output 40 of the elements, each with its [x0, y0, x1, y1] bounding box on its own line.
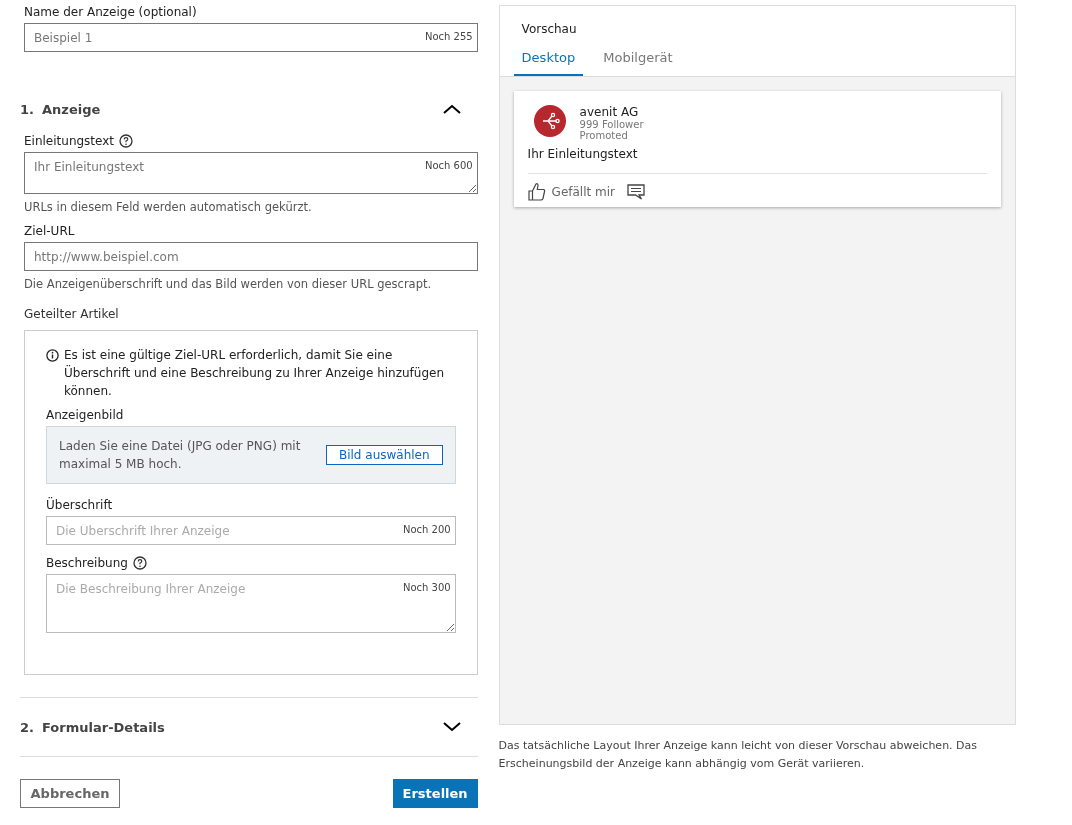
cancel-button[interactable]: Abbrechen [20, 779, 120, 808]
follower-count: 999 Follower [579, 119, 644, 130]
section-number: 2. [20, 719, 35, 735]
field-label: Überschrift [46, 498, 114, 512]
thumbs-up-icon [527, 182, 546, 201]
section-title: Formular-Details [42, 719, 166, 735]
preview-tab[interactable]: Mobilgerät [595, 46, 681, 76]
preview-title: Vorschau [521, 22, 578, 36]
preview-tab[interactable]: Desktop [513, 46, 584, 76]
company-logo-icon [533, 105, 566, 137]
help-icon[interactable] [132, 556, 147, 570]
field-label: Geteilter Artikel [24, 307, 120, 321]
create-button[interactable]: Erstellen [392, 779, 478, 808]
promoted-label: Promoted [579, 130, 629, 141]
section-number: 1. [20, 101, 35, 117]
character-counter: Noch 200 [402, 524, 451, 535]
upload-text: Laden Sie eine Datei (JPG oder PNG) mit maximal 5 MB hoch. [59, 438, 302, 473]
company-name: avenit AG [579, 105, 640, 119]
chevron-icon[interactable] [441, 103, 462, 115]
character-counter: Noch 300 [402, 582, 451, 593]
field-label: Anzeigenbild [46, 408, 125, 422]
character-counter: Noch 255 [424, 31, 473, 42]
field-label: Einleitungstext [24, 134, 115, 148]
field-label: Beschreibung [46, 556, 128, 570]
section-title: Anzeige [42, 101, 102, 117]
info-text: Es ist eine gültige Ziel-URL erforderlich, damit Sie eine Überschrift und eine Beschreibung zu Ihrer Anzeige hinzufügen können. [64, 347, 446, 400]
field-hint: URLs in diesem Feld werden automatisch gekürzt. [24, 200, 313, 214]
field-label: Name der Anzeige (optional) [24, 5, 198, 19]
character-counter: Noch 600 [424, 160, 473, 171]
preview-note: Das tatsächliche Layout Ihrer Anzeige kann leicht von dieser Vorschau abweichen. Das Erscheinungsbild der Anzeige kann abhängig vom Gerät variieren. [498, 738, 979, 772]
like-label[interactable]: Gefällt mir [551, 184, 615, 199]
info-icon [46, 349, 59, 362]
post-text: Ihr Einleitungstext [527, 147, 639, 161]
chevron-icon[interactable] [441, 721, 462, 733]
help-icon[interactable] [119, 134, 134, 148]
comment-icon [627, 183, 645, 200]
field-hint: Die Anzeigenüberschrift und das Bild werden von dieser URL gescrapt. [24, 277, 433, 291]
choose-image-button[interactable]: Bild auswählen [325, 445, 443, 465]
field-label: Ziel-URL [24, 224, 76, 238]
url-field[interactable]: http://www.beispiel.com [24, 242, 478, 271]
